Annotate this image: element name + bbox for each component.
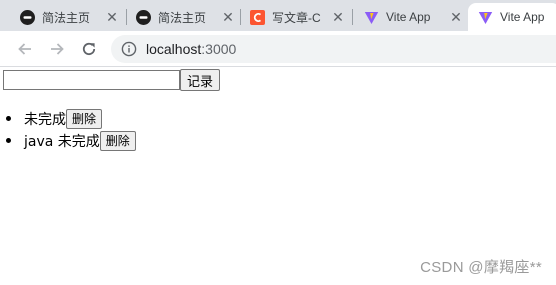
tab-vite-app-active[interactable]: Vite App bbox=[468, 3, 556, 31]
reload-button[interactable] bbox=[78, 38, 100, 60]
todo-text: 未完成 bbox=[24, 111, 66, 128]
tab-divider bbox=[240, 9, 241, 25]
back-arrow-icon bbox=[18, 43, 31, 55]
tab-strip: 简法主页 ✕ 简法主页 ✕ 写文章-C ✕ Vite App ✕ Vite Ap… bbox=[0, 0, 556, 31]
list-item: java 未完成 删除 bbox=[6, 130, 136, 151]
tab-divider bbox=[126, 9, 127, 25]
tab-vite-app-1[interactable]: Vite App ✕ bbox=[364, 3, 464, 31]
tab-title: 简法主页 bbox=[158, 10, 207, 25]
tab-csdn-write[interactable]: 写文章-C ✕ bbox=[250, 3, 346, 31]
close-icon[interactable]: ✕ bbox=[220, 9, 236, 26]
reload-icon bbox=[82, 42, 96, 56]
list-item: 未完成 删除 bbox=[6, 108, 136, 129]
todo-list: 未完成 删除 java 未完成 删除 bbox=[6, 108, 136, 152]
todo-input[interactable] bbox=[3, 70, 180, 90]
forward-arrow-icon bbox=[51, 43, 64, 55]
csdn-icon bbox=[250, 9, 265, 25]
jianfa-icon bbox=[136, 9, 151, 25]
close-icon[interactable]: ✕ bbox=[104, 9, 120, 26]
address-bar[interactable]: localhost:3000 bbox=[111, 35, 556, 63]
close-icon[interactable]: ✕ bbox=[330, 9, 346, 26]
page-content: 记录 未完成 删除 java 未完成 删除 CSDN @摩羯座** bbox=[0, 68, 556, 285]
forward-button[interactable] bbox=[46, 38, 68, 60]
tab-divider bbox=[352, 9, 353, 25]
todo-text: java 未完成 bbox=[24, 133, 100, 150]
delete-button[interactable]: 删除 bbox=[66, 108, 103, 129]
tab-title: Vite App bbox=[386, 10, 431, 24]
info-icon[interactable] bbox=[120, 40, 138, 58]
browser-toolbar: localhost:3000 bbox=[0, 31, 556, 67]
delete-button[interactable]: 删除 bbox=[99, 130, 136, 151]
tab-jianfa-1[interactable]: 简法主页 ✕ bbox=[20, 3, 120, 31]
address-url: localhost:3000 bbox=[146, 41, 236, 57]
bullet-icon bbox=[6, 138, 11, 143]
tab-title: 简法主页 bbox=[42, 10, 91, 25]
tab-jianfa-2[interactable]: 简法主页 ✕ bbox=[136, 3, 236, 31]
tab-title: Vite App bbox=[500, 10, 545, 24]
vite-icon bbox=[478, 10, 493, 25]
address-port: :3000 bbox=[201, 41, 237, 57]
bullet-icon bbox=[6, 116, 11, 121]
vite-icon bbox=[364, 10, 379, 25]
record-button[interactable]: 记录 bbox=[180, 69, 221, 91]
back-button[interactable] bbox=[14, 38, 36, 60]
close-icon[interactable]: ✕ bbox=[448, 9, 464, 26]
jianfa-icon bbox=[20, 9, 35, 25]
tab-title: 写文章-C bbox=[272, 10, 321, 25]
address-host: localhost bbox=[146, 41, 202, 57]
watermark: CSDN @摩羯座** bbox=[420, 259, 542, 276]
